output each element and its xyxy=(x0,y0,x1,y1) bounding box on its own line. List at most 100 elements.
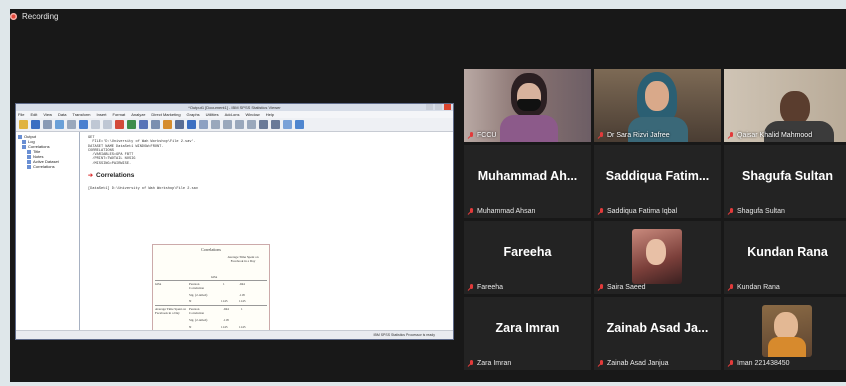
mic-muted-icon xyxy=(598,132,604,139)
participant-tile-zara[interactable]: Zara Imran Zara Imran xyxy=(464,297,591,370)
participant-label: Qaisar Khalid Mahmood xyxy=(728,132,812,139)
print-icon[interactable] xyxy=(43,120,52,129)
mic-muted-icon xyxy=(728,284,734,291)
open-icon[interactable] xyxy=(19,120,28,129)
participant-tile-fccu[interactable]: FCCU xyxy=(464,69,591,142)
participant-tile-iman[interactable]: Iman 221438450 xyxy=(724,297,846,370)
undo-icon[interactable] xyxy=(91,120,100,129)
mic-muted-icon xyxy=(468,360,474,367)
mic-muted-icon xyxy=(468,132,474,139)
participant-face xyxy=(646,239,666,265)
menu-help[interactable]: Help xyxy=(266,112,274,117)
expand-icon[interactable] xyxy=(235,120,244,129)
participant-label: FCCU xyxy=(468,132,496,139)
mic-muted-icon xyxy=(728,132,734,139)
cell-fbtt-fbtt: 1 xyxy=(241,307,243,311)
menu-graphs[interactable]: Graphs xyxy=(187,112,200,117)
row-label-fbtt: Average Time Spent on Facebook in a Day xyxy=(155,307,186,315)
section-title: Correlations xyxy=(96,172,135,180)
goto-data-icon[interactable] xyxy=(115,120,124,129)
mic-muted-icon xyxy=(728,360,734,367)
folder-icon xyxy=(18,134,22,139)
participant-tile-saddiqua[interactable]: Saddiqua Fatim... Saddiqua Fatima Iqbal xyxy=(594,145,721,218)
output-content-pane: GET FILE='D:\University of Wah Workshop\… xyxy=(80,132,453,339)
cell-gpa-fbtt: .044 xyxy=(239,282,245,286)
redo-icon[interactable] xyxy=(103,120,112,129)
promote-icon[interactable] xyxy=(211,120,220,129)
folder-icon xyxy=(22,144,26,149)
minimize-icon[interactable] xyxy=(426,104,433,110)
menu-insert[interactable]: Insert xyxy=(97,112,107,117)
participant-face xyxy=(780,91,810,125)
mic-muted-icon xyxy=(468,208,474,215)
mic-muted-icon xyxy=(728,208,734,215)
spss-toolbar xyxy=(16,118,453,132)
insert-text-icon[interactable] xyxy=(283,120,292,129)
divider xyxy=(155,305,267,306)
variables-icon[interactable] xyxy=(139,120,148,129)
tree-item-correlations-table[interactable]: Correlations xyxy=(18,164,77,169)
arrow-right-icon: ➔ xyxy=(88,173,94,180)
spss-title-bar: *Output1 [Document1] - IBM SPSS Statisti… xyxy=(16,104,453,111)
face-mask xyxy=(517,99,541,111)
menu-view[interactable]: View xyxy=(43,112,52,117)
menu-analyze[interactable]: Analyze xyxy=(131,112,145,117)
menu-window[interactable]: Window xyxy=(245,112,259,117)
cell-sig-2: .118 xyxy=(223,318,229,322)
find-icon[interactable] xyxy=(163,120,172,129)
save-icon[interactable] xyxy=(31,120,40,129)
chart-icon[interactable] xyxy=(151,120,160,129)
participant-tile-sara[interactable]: Dr Sara Rizvi Jafree xyxy=(594,69,721,142)
participant-label: Dr Sara Rizvi Jafree xyxy=(598,132,670,139)
menu-file[interactable]: File xyxy=(18,112,24,117)
collapse-icon[interactable] xyxy=(247,120,256,129)
menu-direct-marketing[interactable]: Direct Marketing xyxy=(151,112,180,117)
participant-display-name: Muhammad Ah... xyxy=(477,169,578,183)
dataset-line: [DataSet1] D:\University of Wah Workshop… xyxy=(88,187,198,192)
correlations-table[interactable]: Correlations Average Time Spent on Faceb… xyxy=(152,244,270,339)
column-header-gpa: GPA xyxy=(211,275,218,279)
participant-tile-fareeha[interactable]: Fareeha Fareeha xyxy=(464,221,591,294)
options-icon[interactable] xyxy=(295,120,304,129)
demote-icon[interactable] xyxy=(223,120,232,129)
participant-tile-ahsan[interactable]: Muhammad Ah... Muhammad Ahsan xyxy=(464,145,591,218)
designate-window-icon[interactable] xyxy=(175,120,184,129)
participant-label: Muhammad Ahsan xyxy=(468,208,535,215)
participant-tile-kundan[interactable]: Kundan Rana Kundan Rana xyxy=(724,221,846,294)
menu-data[interactable]: Data xyxy=(58,112,66,117)
close-icon[interactable] xyxy=(444,104,451,110)
table-icon xyxy=(27,164,31,169)
menu-transform[interactable]: Transform xyxy=(72,112,90,117)
menu-format[interactable]: Format xyxy=(113,112,126,117)
cell-n-4: 1145 xyxy=(239,325,246,329)
row-pearson-1: Pearson Correlation xyxy=(189,282,205,290)
insert-heading-icon[interactable] xyxy=(259,120,268,129)
participant-tile-zainab[interactable]: Zainab Asad Ja... Zainab Asad Janjua xyxy=(594,297,721,370)
hide-icon[interactable] xyxy=(199,120,208,129)
export-icon[interactable] xyxy=(67,120,76,129)
participant-display-name: Shagufa Sultan xyxy=(742,169,833,183)
participant-face xyxy=(645,81,669,111)
menu-add-ons[interactable]: Add-ons xyxy=(225,112,240,117)
log-icon xyxy=(22,139,26,144)
menu-edit[interactable]: Edit xyxy=(30,112,37,117)
menu-utilities[interactable]: Utilities xyxy=(206,112,219,117)
preview-icon[interactable] xyxy=(55,120,64,129)
maximize-icon[interactable] xyxy=(435,104,442,110)
divider xyxy=(155,280,267,281)
mic-muted-icon xyxy=(468,284,474,291)
insert-title-icon[interactable] xyxy=(271,120,280,129)
participant-tile-qaisar[interactable]: Qaisar Khalid Mahmood xyxy=(724,69,846,142)
participant-label: Saddiqua Fatima Iqbal xyxy=(598,208,677,215)
show-all-icon[interactable] xyxy=(187,120,196,129)
spss-window-title: *Output1 [Document1] - IBM SPSS Statisti… xyxy=(188,105,281,110)
participant-label: Zainab Asad Janjua xyxy=(598,360,669,367)
goto-case-icon[interactable] xyxy=(127,120,136,129)
recall-dialog-icon[interactable] xyxy=(79,120,88,129)
participant-body xyxy=(768,337,806,357)
cell-sig: .118 xyxy=(239,293,245,297)
participant-tile-shagufa[interactable]: Shagufa Sultan Shagufa Sultan xyxy=(724,145,846,218)
participant-tile-saira[interactable]: Saira Saeed xyxy=(594,221,721,294)
syntax-line: /MISSING=PAIRWISE. xyxy=(88,161,132,166)
output-outline-pane: Output Log Correlations Title Notes Acti… xyxy=(16,132,80,331)
